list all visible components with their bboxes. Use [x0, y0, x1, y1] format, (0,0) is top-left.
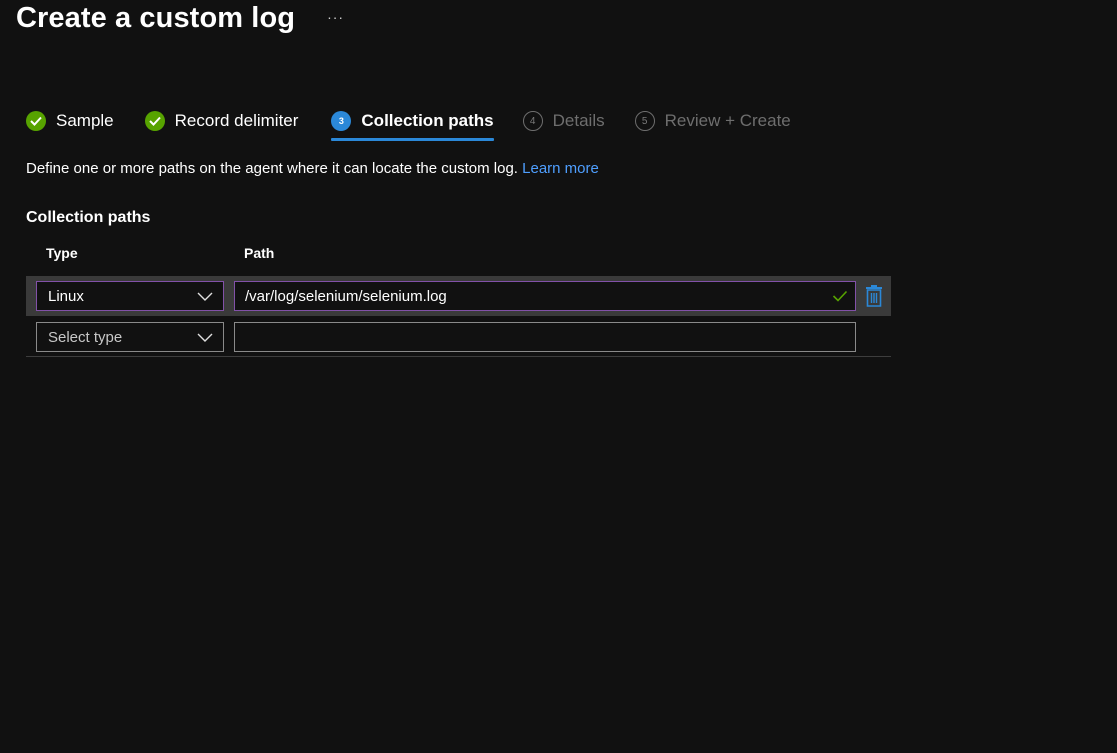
type-dropdown-value: Linux: [48, 287, 84, 305]
learn-more-link[interactable]: Learn more: [522, 160, 599, 177]
description: Define one or more paths on the agent wh…: [26, 160, 599, 177]
type-dropdown[interactable]: Linux: [36, 281, 224, 311]
wizard-steps: Sample Record delimiter 3 Collection pat…: [26, 108, 791, 144]
step-number-3: 3: [331, 111, 352, 131]
section-title: Collection paths: [26, 209, 151, 226]
chevron-down-icon: [197, 333, 213, 342]
step-record-delimiter[interactable]: Record delimiter: [144, 108, 299, 134]
column-header-path: Path: [244, 245, 275, 261]
page-title: Create a custom log: [16, 2, 296, 34]
step-sample[interactable]: Sample: [26, 108, 114, 134]
type-dropdown-empty[interactable]: Select type: [36, 322, 224, 352]
step-collection-paths[interactable]: 3 Collection paths: [331, 108, 494, 141]
check-circle-icon: [144, 111, 165, 131]
description-text: Define one or more paths on the agent wh…: [26, 160, 523, 177]
path-input-value: /var/log/selenium/selenium.log: [245, 287, 447, 305]
chevron-down-icon: [197, 292, 213, 301]
more-options-button[interactable]: ···: [327, 10, 344, 24]
step-details[interactable]: 4 Details: [522, 108, 605, 134]
type-dropdown-placeholder: Select type: [48, 328, 123, 346]
checkmark-icon: [832, 290, 848, 302]
check-circle-icon: [26, 111, 46, 131]
step-review-create[interactable]: 5 Review + Create: [634, 108, 791, 134]
step-label: Sample: [56, 111, 114, 130]
step-label: Record delimiter: [174, 111, 299, 130]
step-number-4: 4: [522, 111, 543, 131]
title-row: Create a custom log ···: [16, 2, 344, 35]
table-divider: [26, 356, 891, 357]
step-label: Review + Create: [664, 111, 791, 130]
create-custom-log-page: Create a custom log ··· Sample Record de…: [0, 0, 1117, 753]
path-input[interactable]: /var/log/selenium/selenium.log: [234, 281, 856, 311]
delete-icon[interactable]: [864, 285, 884, 307]
step-label: Details: [552, 111, 605, 130]
step-label: Collection paths: [361, 111, 494, 130]
column-header-type: Type: [46, 245, 78, 261]
step-number-5: 5: [634, 111, 655, 131]
path-input-empty[interactable]: [234, 322, 856, 352]
